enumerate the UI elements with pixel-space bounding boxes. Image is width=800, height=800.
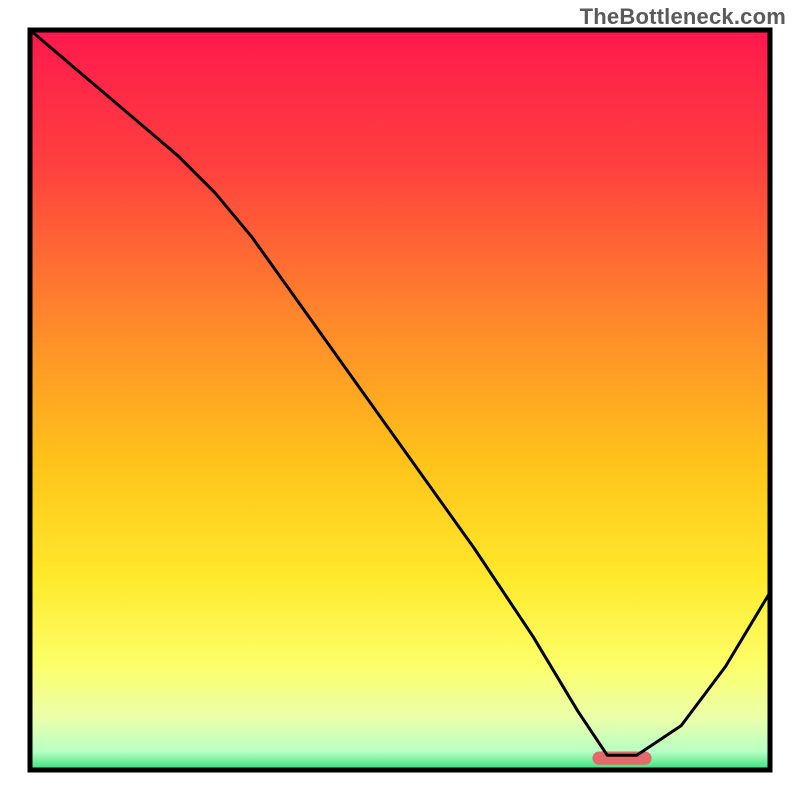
gradient-background xyxy=(30,30,770,770)
optimal-marker xyxy=(592,752,651,765)
plot-area xyxy=(30,30,770,770)
watermark-text: TheBottleneck.com xyxy=(580,4,786,30)
bottleneck-chart xyxy=(0,0,800,800)
